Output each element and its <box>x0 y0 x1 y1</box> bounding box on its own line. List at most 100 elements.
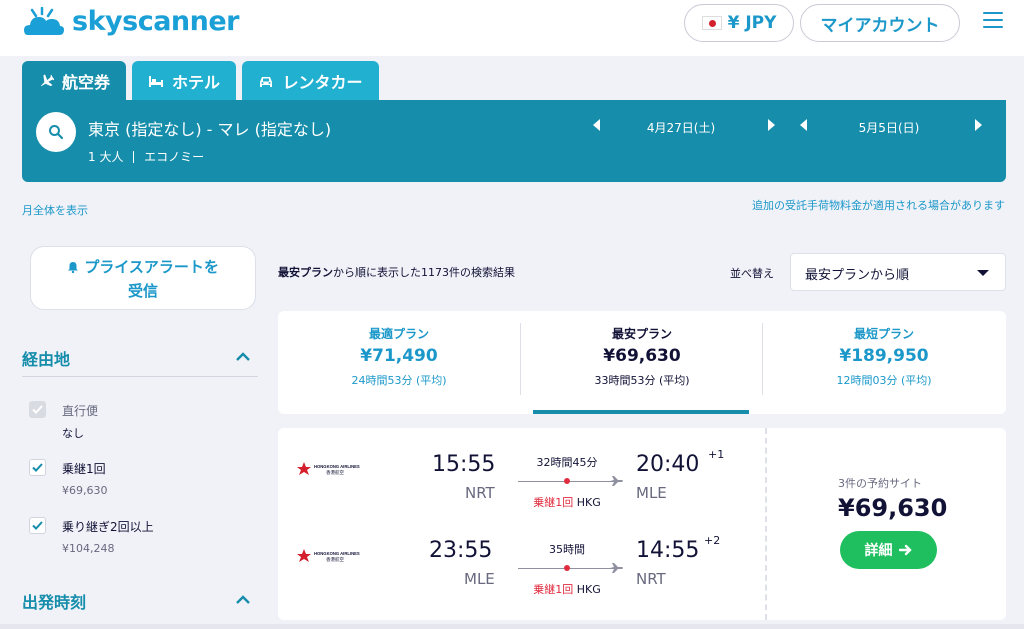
leg1-depart-time: 15:55 <box>432 452 496 477</box>
two-plus-stops-checkbox[interactable] <box>29 517 46 534</box>
tab-cheapest[interactable]: 最安プラン ¥69,630 33時間53分 (平均) <box>521 311 763 414</box>
fastest-price: ¥189,950 <box>839 346 929 366</box>
tab-car-rental[interactable]: レンタカー <box>242 61 379 101</box>
price-alert-button[interactable]: プライスアラートを 受信 <box>30 246 256 310</box>
details-button[interactable]: 詳細 <box>840 531 937 569</box>
cheapest-label: 最安プラン <box>611 327 672 341</box>
leg2-depart-time: 23:55 <box>429 538 493 563</box>
best-price: ¥71,490 <box>360 346 438 366</box>
depart-prev-icon[interactable] <box>593 119 600 131</box>
direct-checkbox <box>29 401 46 418</box>
results-count-bold: 最安プラン <box>278 266 333 279</box>
check-icon <box>32 463 43 472</box>
best-label: 最適プラン <box>368 327 429 341</box>
caret-down-icon <box>977 270 989 276</box>
page-bottom-edge <box>0 624 1024 629</box>
depart-next-icon[interactable] <box>768 119 775 131</box>
tab-flights[interactable]: 航空券 <box>22 61 126 101</box>
currency-label: ¥ JPY <box>727 13 777 33</box>
airline-name: HONGKONG AIRLINES <box>314 551 360 556</box>
search-icon <box>49 125 64 140</box>
top-header: skyscanner ¥ JPY マイアカウント <box>0 0 1024 56</box>
summary-tabs: 最適プラン ¥71,490 24時間53分 (平均) 最安プラン ¥69,630… <box>278 311 1006 414</box>
arrow-right-icon <box>898 544 912 556</box>
fastest-duration: 12時間03分 (平均) <box>836 374 932 387</box>
cloud-sun-icon <box>24 6 64 35</box>
two-plus-stops-label[interactable]: 乗り継ぎ2回以上 <box>62 518 154 535</box>
return-next-icon[interactable] <box>975 119 982 131</box>
results-count: 最安プランから順に表示した1173件の検索結果 <box>278 264 515 280</box>
leg1-stops-count: 乗継1回 <box>533 496 574 509</box>
menu-icon[interactable] <box>983 12 1003 30</box>
check-icon <box>32 521 43 530</box>
hongkong-airlines-logo: HONGKONG AIRLINES 香港航空 <box>297 462 360 476</box>
leg1-duration: 32時間45分 <box>536 456 598 469</box>
leg1-day-offset: +1 <box>708 448 725 461</box>
cheapest-duration: 33時間53分 (平均) <box>594 374 690 387</box>
leg2-stop-dot <box>564 565 570 571</box>
currency-selector[interactable]: ¥ JPY <box>684 4 794 42</box>
card-divider <box>765 428 767 620</box>
leg1-stop-dot <box>564 478 570 484</box>
japan-flag-icon <box>701 16 722 30</box>
bed-icon <box>148 76 163 87</box>
route-text: 東京 (指定なし) - マレ (指定なし) <box>88 120 332 139</box>
airline-name: HONGKONG AIRLINES <box>314 464 360 469</box>
brand-name: skyscanner <box>72 6 240 37</box>
month-view-link[interactable]: 月全体を表示 <box>22 202 88 218</box>
direct-price: なし <box>62 427 84 440</box>
my-account-button[interactable]: マイアカウント <box>800 4 960 42</box>
tab-best[interactable]: 最適プラン ¥71,490 24時間53分 (平均) <box>278 311 520 414</box>
one-stop-label[interactable]: 乗継1回 <box>62 460 106 477</box>
baggage-fee-link[interactable]: 追加の受託手荷物料金が適用される場合があります <box>752 197 1005 213</box>
car-icon <box>260 77 273 87</box>
price-alert-label-2: 受信 <box>127 282 158 300</box>
best-duration: 24時間53分 (平均) <box>351 374 447 387</box>
section-divider <box>22 376 258 377</box>
plane-icon <box>610 476 623 486</box>
two-plus-stops-price: ¥104,248 <box>62 542 115 555</box>
tab-label: レンタカー <box>282 73 363 92</box>
passenger-cabin-info: 1 大人 エコノミー <box>88 148 204 165</box>
leg1-depart-airport: NRT <box>465 484 495 502</box>
flight-result-card[interactable]: HONGKONG AIRLINES 香港航空 15:55 NRT 32時間45分… <box>278 428 1006 620</box>
sort-select[interactable]: 最安プランから順 <box>790 253 1006 291</box>
leg2-depart-airport: MLE <box>464 570 495 588</box>
bell-icon <box>68 262 79 273</box>
leg1-stops: 乗継1回 HKG <box>517 494 617 510</box>
leg2-stops: 乗継1回 HKG <box>517 581 617 597</box>
plane-icon <box>40 74 54 87</box>
depart-date[interactable]: 4月27日(土) <box>626 119 736 136</box>
cheapest-price: ¥69,630 <box>603 346 681 366</box>
one-stop-checkbox[interactable] <box>29 459 46 476</box>
skyscanner-logo[interactable]: skyscanner <box>22 6 240 37</box>
sort-label: 並べ替え <box>730 267 774 280</box>
divider <box>133 151 135 163</box>
search-summary-panel[interactable]: 東京 (指定なし) - マレ (指定なし) 1 大人 エコノミー 4月27日(土… <box>22 100 1006 182</box>
hongkong-airlines-logo: HONGKONG AIRLINES 香港航空 <box>297 549 360 563</box>
booking-sites-count: 3件の予約サイト <box>838 477 922 490</box>
tab-hotels[interactable]: ホテル <box>132 61 236 101</box>
return-prev-icon[interactable] <box>800 119 807 131</box>
chevron-up-icon[interactable] <box>236 352 250 362</box>
details-label: 詳細 <box>864 543 893 559</box>
direct-label: 直行便 <box>62 404 99 418</box>
leg2-stop-airport: HKG <box>576 583 601 596</box>
active-tab-indicator <box>533 410 749 414</box>
fastest-label: 最短プラン <box>853 327 914 341</box>
one-stop-price: ¥69,630 <box>62 484 108 497</box>
cabin-class: エコノミー <box>144 150 205 164</box>
leg1-arrive-airport: MLE <box>636 484 667 502</box>
plane-icon <box>610 563 623 573</box>
chevron-up-icon[interactable] <box>236 595 250 605</box>
stops-section-title[interactable]: 経由地 <box>22 346 70 370</box>
leg2-arrive-time: 14:55 <box>636 538 700 563</box>
search-button[interactable] <box>36 112 76 152</box>
leg1-stop-airport: HKG <box>576 496 601 509</box>
departure-time-section-title[interactable]: 出発時刻 <box>22 589 86 613</box>
passengers: 1 大人 <box>88 150 124 164</box>
tab-label: 航空券 <box>61 73 110 92</box>
return-date[interactable]: 5月5日(日) <box>834 119 944 136</box>
tab-fastest[interactable]: 最短プラン ¥189,950 12時間03分 (平均) <box>763 311 1005 414</box>
leg2-duration: 35時間 <box>549 543 585 556</box>
